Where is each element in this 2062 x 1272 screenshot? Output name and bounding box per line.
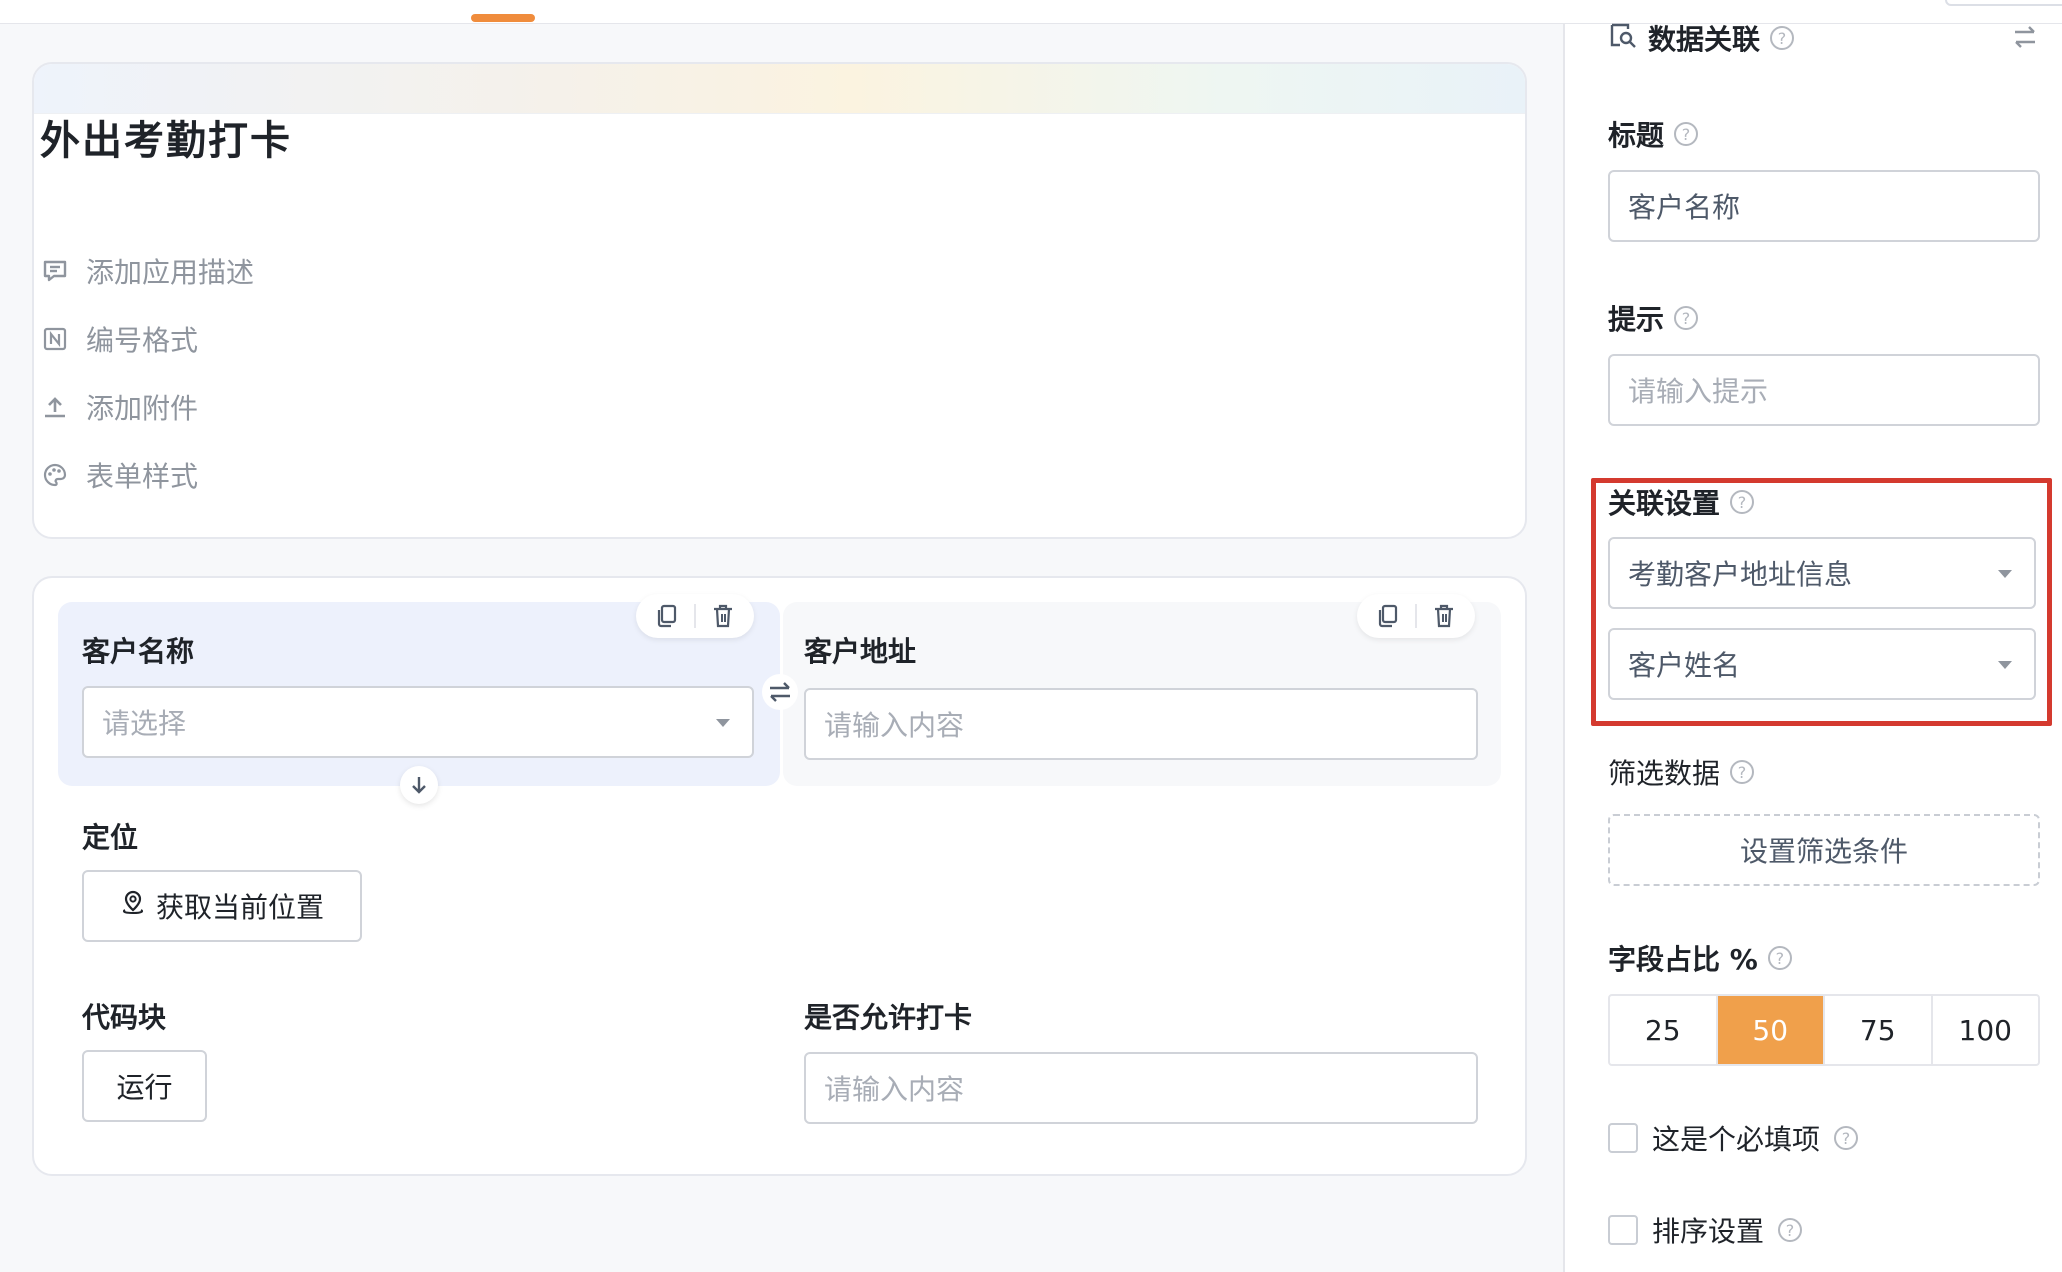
help-icon[interactable]: ? xyxy=(1767,946,1792,970)
sort-setting-row: 排序设置 ? xyxy=(1608,1210,1803,1250)
help-icon[interactable]: ? xyxy=(1730,490,1755,514)
field-width-text: 字段占比 % xyxy=(1608,943,1758,976)
required-label: 这是个必填项 xyxy=(1652,1123,1821,1156)
hint-input[interactable]: 请输入提示 xyxy=(1608,354,2040,426)
customer-name-select[interactable]: 请选择 xyxy=(82,686,754,758)
title-input-value: 客户名称 xyxy=(1628,191,1741,224)
hint-setting-label: 提示 ? xyxy=(1608,298,1699,338)
width-option-75[interactable]: 75 xyxy=(1825,996,1933,1064)
customer-address-toolbar xyxy=(1357,594,1475,638)
caret-down-icon xyxy=(716,719,730,727)
required-checkbox[interactable] xyxy=(1608,1123,1638,1153)
help-icon[interactable]: ? xyxy=(1674,306,1699,330)
top-right-button[interactable] xyxy=(1945,0,2062,6)
form-style-action[interactable]: 表单样式 xyxy=(42,455,198,495)
location-pin-icon xyxy=(120,889,146,924)
add-description-label: 添加应用描述 xyxy=(86,256,255,289)
customer-name-toolbar xyxy=(636,594,754,638)
panel-header-title: 数据关联 xyxy=(1648,23,1761,56)
location-label: 定位 xyxy=(82,821,139,854)
help-icon[interactable]: ? xyxy=(1674,122,1699,146)
form-style-label: 表单样式 xyxy=(86,460,199,493)
copy-icon[interactable] xyxy=(652,601,682,631)
delete-icon[interactable] xyxy=(1429,601,1459,631)
delete-icon[interactable] xyxy=(708,601,738,631)
add-attachment-label: 添加附件 xyxy=(86,392,199,425)
field-width-label: 字段占比 % ? xyxy=(1608,938,1792,978)
relation-field-value: 客户姓名 xyxy=(1628,649,1741,682)
hint-input-placeholder: 请输入提示 xyxy=(1628,375,1769,408)
relation-field-select[interactable]: 客户姓名 xyxy=(1608,628,2036,700)
sort-label: 排序设置 xyxy=(1652,1215,1765,1248)
relation-source-select[interactable]: 考勤客户地址信息 xyxy=(1608,537,2036,609)
relation-source-value: 考勤客户地址信息 xyxy=(1628,558,1853,591)
get-location-label: 获取当前位置 xyxy=(155,891,324,924)
help-icon[interactable]: ? xyxy=(1834,1126,1859,1150)
toolbar-divider xyxy=(1415,604,1417,628)
customer-name-label: 客户名称 xyxy=(82,635,195,668)
customer-address-label: 客户地址 xyxy=(804,635,917,668)
number-format-action[interactable]: 编号格式 xyxy=(42,319,198,359)
filter-data-text: 筛选数据 xyxy=(1608,757,1721,790)
allow-checkin-placeholder: 请输入内容 xyxy=(824,1073,965,1106)
copy-icon[interactable] xyxy=(1373,601,1403,631)
set-filter-label: 设置筛选条件 xyxy=(1739,835,1908,868)
number-format-icon xyxy=(42,326,68,352)
customer-address-placeholder: 请输入内容 xyxy=(824,709,965,742)
code-block-label: 代码块 xyxy=(82,1001,167,1034)
header-banner xyxy=(34,64,1525,114)
allow-checkin-label: 是否允许打卡 xyxy=(804,1001,973,1034)
active-tab-indicator xyxy=(471,14,535,22)
title-setting-label: 标题 ? xyxy=(1608,114,1699,154)
help-icon[interactable]: ? xyxy=(1730,760,1755,784)
title-input[interactable]: 客户名称 xyxy=(1608,170,2040,242)
toolbar-divider xyxy=(694,604,696,628)
title-setting-text: 标题 xyxy=(1608,119,1665,152)
help-icon[interactable]: ? xyxy=(1770,26,1795,50)
caret-down-icon xyxy=(1998,570,2012,578)
comment-icon xyxy=(42,258,68,284)
run-label: 运行 xyxy=(116,1071,173,1104)
form-title[interactable]: 外出考勤打卡 xyxy=(40,108,292,166)
help-icon[interactable]: ? xyxy=(1778,1218,1803,1242)
allow-checkin-input[interactable]: 请输入内容 xyxy=(804,1052,1478,1124)
add-description-action[interactable]: 添加应用描述 xyxy=(42,251,254,291)
number-format-label: 编号格式 xyxy=(86,324,199,357)
switch-icon[interactable] xyxy=(2012,24,2038,54)
get-location-button[interactable]: 获取当前位置 xyxy=(82,870,362,942)
hint-setting-text: 提示 xyxy=(1608,303,1665,336)
run-button[interactable]: 运行 xyxy=(82,1050,207,1122)
panel-header: 数据关联 ? xyxy=(1608,18,1795,58)
filter-data-label: 筛选数据 ? xyxy=(1608,752,1755,792)
upload-icon xyxy=(42,394,68,420)
relation-setting-text: 关联设置 xyxy=(1608,487,1721,520)
data-relation-icon xyxy=(1608,21,1638,56)
width-option-100[interactable]: 100 xyxy=(1933,996,2039,1064)
field-width-selector: 25 50 75 100 xyxy=(1608,994,2040,1066)
sort-checkbox[interactable] xyxy=(1608,1215,1638,1245)
palette-icon xyxy=(42,462,68,488)
arrow-down-icon[interactable] xyxy=(400,766,438,804)
width-option-50[interactable]: 50 xyxy=(1717,996,1825,1064)
set-filter-button[interactable]: 设置筛选条件 xyxy=(1608,814,2040,886)
required-setting-row: 这是个必填项 ? xyxy=(1608,1118,1859,1158)
width-option-25[interactable]: 25 xyxy=(1610,996,1718,1064)
customer-name-placeholder: 请选择 xyxy=(102,707,187,740)
caret-down-icon xyxy=(1998,661,2012,669)
relation-setting-label: 关联设置 ? xyxy=(1608,482,1755,522)
customer-address-input[interactable]: 请输入内容 xyxy=(804,688,1478,760)
add-attachment-action[interactable]: 添加附件 xyxy=(42,387,198,427)
swap-icon[interactable] xyxy=(762,674,798,710)
